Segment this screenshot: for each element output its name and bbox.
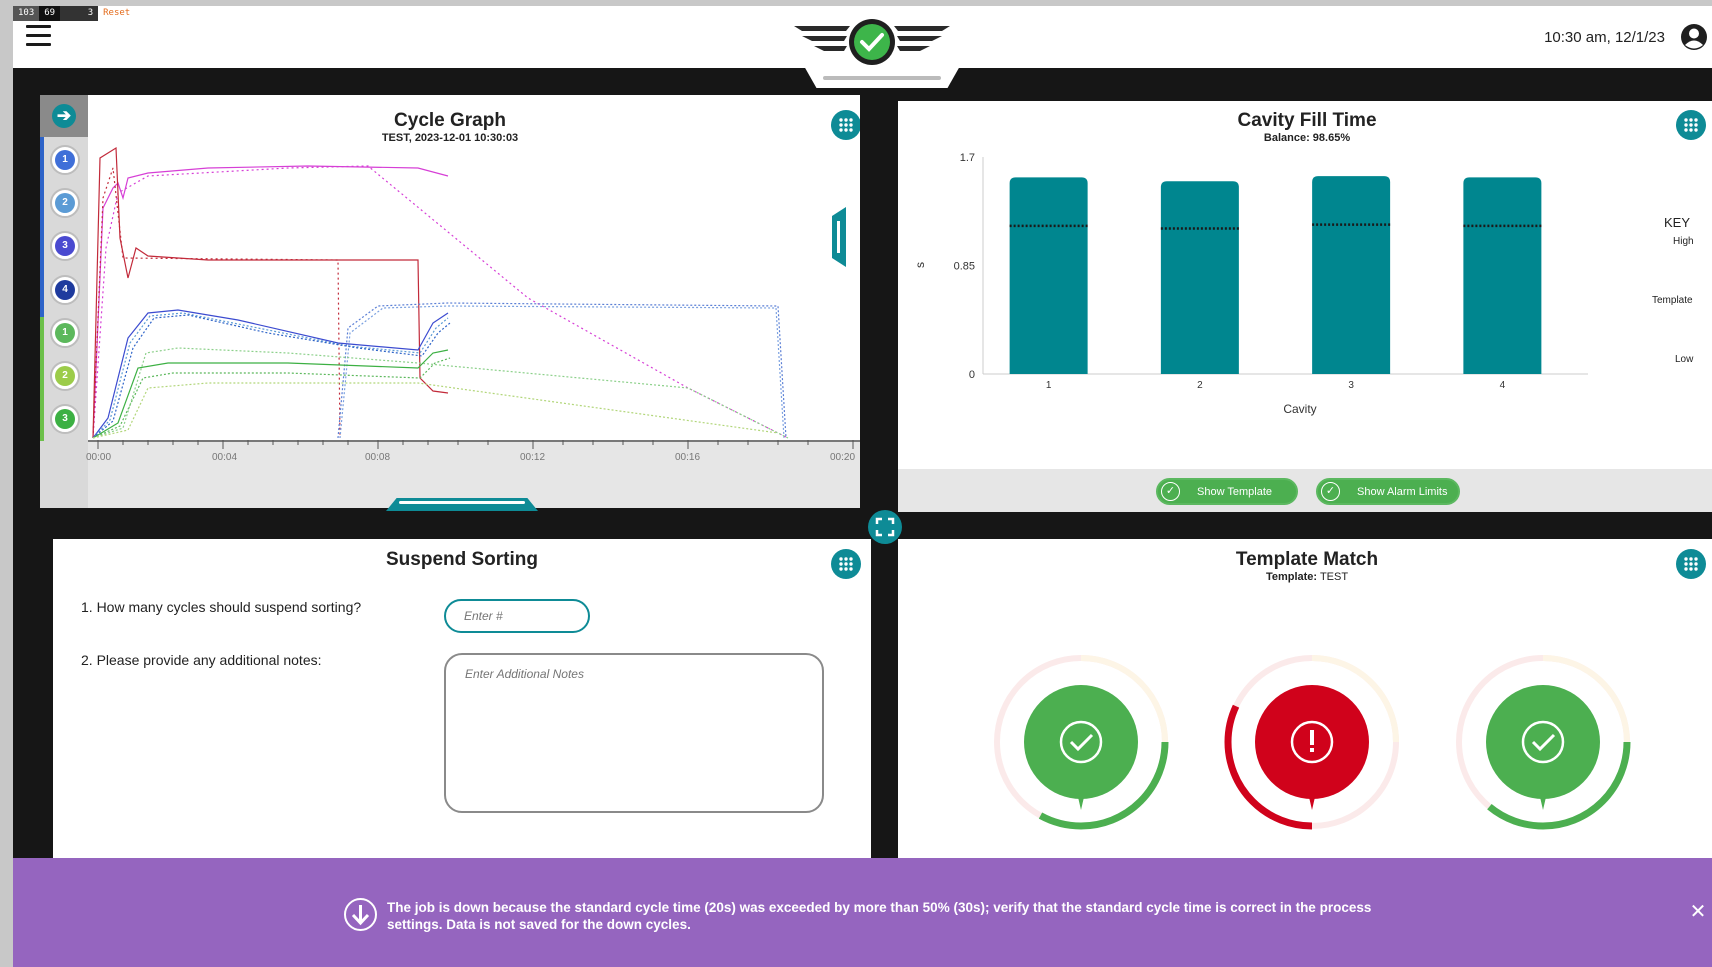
job-down-alert-banner: The job is down because the standard cyc…	[13, 858, 1712, 967]
cavity-fill-panel: Cavity Fill Time Balance: 98.65% 0 0.85 1.…	[898, 101, 1712, 512]
cycle-graph-panel: ➔ 1 2 3 4 1 2 3 Cycle Graph TEST, 2023-1…	[40, 95, 860, 508]
question-2-label: 2. Please provide any additional notes:	[81, 652, 322, 668]
template-match-subtitle: Template: TEST	[1265, 571, 1349, 583]
series-green	[92, 347, 789, 439]
alert-message: The job is down because the standard cyc…	[387, 900, 1372, 932]
debug-counters: 103 69 3 Reset	[13, 6, 136, 21]
x-axis-label: Cavity	[1283, 402, 1316, 416]
time-tick-label: 00:16	[675, 452, 701, 463]
cycle-graph-bottom-tab[interactable]	[386, 498, 538, 511]
y-tick-label: 0.85	[954, 261, 975, 273]
key-title: KEY	[1664, 215, 1691, 230]
key-low: Low	[1675, 354, 1694, 365]
time-tick-label: 00:12	[520, 452, 546, 463]
template-match-gauge-3[interactable]	[1448, 647, 1638, 837]
reset-button[interactable]: Reset	[98, 6, 136, 21]
channel-button-7[interactable]: 3	[50, 404, 80, 434]
x-tick-label: 1	[1046, 380, 1052, 391]
channel-button-5[interactable]: 1	[50, 318, 80, 348]
key-high: High	[1673, 236, 1694, 247]
channel-button-4[interactable]: 4	[50, 275, 80, 305]
key-template: Template	[1652, 295, 1693, 306]
template-match-panel: Template Match Template: TEST	[898, 539, 1712, 869]
y-axis-label: s	[913, 262, 927, 268]
cavity-fill-title: Cavity Fill Time	[1237, 110, 1377, 131]
show-alarm-limits-button[interactable]: ✓ Show Alarm Limits	[1316, 478, 1460, 505]
bar-cavity-3	[1312, 176, 1391, 374]
series-blue	[92, 302, 787, 439]
app-logo	[792, 6, 952, 68]
time-tick-label: 00:00	[86, 452, 112, 463]
close-icon[interactable]: ✕	[1688, 902, 1708, 922]
x-tick-label: 2	[1197, 380, 1203, 391]
app-window: 10:30 am, 12/1/23 ➔ 1 2 3 4 1 2 3 Cycle …	[13, 6, 1712, 967]
template-match-title: Template Match	[1235, 549, 1379, 570]
panel-menu-grid-icon[interactable]	[1676, 110, 1706, 140]
x-tick-label: 4	[1500, 380, 1506, 391]
time-axis: 00:00 00:04 00:08 00:12 00:16 00:20	[86, 440, 860, 508]
time-tick-label: 00:04	[212, 452, 238, 463]
channel-button-3[interactable]: 3	[50, 231, 80, 261]
x-tick-label: 3	[1348, 380, 1354, 391]
top-header: 10:30 am, 12/1/23	[13, 6, 1712, 68]
channel-button-2[interactable]: 2	[50, 188, 80, 218]
checkmark-icon: ✓	[1161, 482, 1180, 501]
template-match-gauge-2[interactable]	[1217, 647, 1407, 837]
channel-button-1[interactable]: 1	[50, 145, 80, 175]
download-arrow-icon	[343, 897, 378, 932]
bar-cavity-4	[1463, 177, 1542, 374]
suspend-cycles-input[interactable]	[444, 599, 590, 633]
cavity-fill-footer: ✓ Show Template ✓ Show Alarm Limits	[898, 469, 1712, 512]
y-tick-label: 1.7	[960, 152, 975, 164]
header-pull-tab[interactable]	[804, 66, 960, 88]
question-1-label: 1. How many cycles should suspend sortin…	[81, 599, 362, 615]
bar-cavity-1	[1009, 177, 1088, 374]
clock-readout: 10:30 am, 12/1/23	[1544, 29, 1665, 46]
user-account-icon[interactable]	[1680, 23, 1708, 51]
bar-cavity-2	[1160, 181, 1239, 374]
panel-menu-grid-icon[interactable]	[831, 110, 860, 140]
series-magenta	[92, 165, 789, 439]
panel-menu-grid-icon[interactable]	[831, 549, 861, 579]
cavity-fill-chart: 0 0.85 1.7 s 1 2 3 4 Cavity	[913, 152, 1588, 416]
expand-fullscreen-icon[interactable]	[868, 510, 902, 544]
cycle-graph-drawer-handle[interactable]	[832, 207, 846, 267]
time-tick-label: 00:20	[830, 452, 856, 463]
channel-sidebar: ➔ 1 2 3 4 1 2 3	[40, 95, 88, 508]
suspend-sorting-panel: Suspend Sorting 1. How many cycles shoul…	[53, 539, 871, 869]
hamburger-menu-icon[interactable]	[26, 25, 51, 47]
additional-notes-textarea[interactable]	[444, 653, 824, 813]
show-template-button[interactable]: ✓ Show Template	[1156, 478, 1298, 505]
panel-menu-grid-icon[interactable]	[1676, 549, 1706, 579]
time-tick-label: 00:08	[365, 452, 391, 463]
cycle-graph-title: Cycle Graph	[394, 110, 506, 131]
checkmark-icon: ✓	[1321, 482, 1340, 501]
channel-button-6[interactable]: 2	[50, 361, 80, 391]
cycle-graph-plot	[92, 146, 789, 439]
series-red	[92, 146, 449, 439]
y-tick-label: 0	[969, 369, 975, 381]
suspend-sorting-title: Suspend Sorting	[386, 549, 538, 570]
template-match-gauge-1[interactable]	[986, 647, 1176, 837]
